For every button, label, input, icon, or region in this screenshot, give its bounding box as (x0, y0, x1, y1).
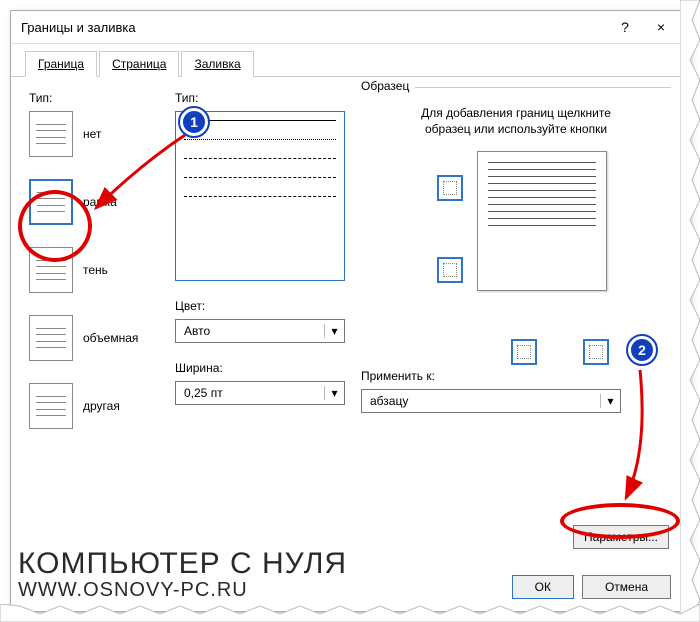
setting-box-label: рамка (83, 195, 117, 209)
apply-value: абзацу (362, 394, 600, 408)
setting-none-icon (29, 111, 73, 157)
color-label: Цвет: (175, 299, 345, 313)
line-style-listbox[interactable] (175, 111, 345, 281)
setting-box-icon (29, 179, 73, 225)
line-style-dotted[interactable] (184, 139, 336, 140)
preview-fieldset: Образец Для добавления границ щелкните о… (361, 87, 671, 351)
border-left-button[interactable] (511, 339, 537, 365)
dialog-body: Тип: нет рамка (11, 77, 689, 499)
dialog-borders-and-shading: Границы и заливка ? × Граница Страница З… (10, 10, 690, 612)
border-top-button[interactable] (437, 175, 463, 201)
border-bottom-button[interactable] (437, 257, 463, 283)
setting-custom-icon (29, 383, 73, 429)
chevron-down-icon: ▾ (324, 386, 344, 400)
setting-none[interactable]: нет (29, 111, 159, 157)
setting-none-label: нет (83, 127, 101, 141)
setting-list: нет рамка тень (29, 111, 159, 429)
color-select[interactable]: Авто ▾ (175, 319, 345, 343)
preview-legend: Образец (361, 79, 415, 93)
style-column: Тип: Цвет: Авто ▾ Ширина: 0,25 пт ▾ (175, 87, 345, 429)
window-title: Границы и заливка (21, 20, 607, 35)
tab-border[interactable]: Граница (25, 51, 97, 77)
setting-box[interactable]: рамка (29, 179, 159, 225)
setting-3d[interactable]: объемная (29, 315, 159, 361)
help-button[interactable]: ? (607, 19, 643, 35)
callout-2: 2 (628, 336, 656, 364)
tab-page[interactable]: Страница (99, 51, 179, 77)
dialog-buttons: ОК Отмена (512, 575, 671, 599)
options-button[interactable]: Параметры... (573, 525, 669, 549)
titlebar: Границы и заливка ? × (11, 11, 689, 44)
cancel-button[interactable]: Отмена (582, 575, 671, 599)
preview-document[interactable] (477, 151, 607, 291)
ok-button[interactable]: ОК (512, 575, 574, 599)
preview-grid (361, 151, 671, 351)
color-value: Авто (176, 324, 324, 338)
preview-column: Образец Для добавления границ щелкните о… (361, 87, 671, 429)
setting-shadow-icon (29, 247, 73, 293)
setting-shadow[interactable]: тень (29, 247, 159, 293)
tab-fill[interactable]: Заливка (181, 51, 253, 77)
color-field: Цвет: Авто ▾ (175, 299, 345, 343)
setting-3d-label: объемная (83, 331, 138, 345)
setting-label: Тип: (29, 91, 159, 105)
preview-hint: Для добавления границ щелкните образец и… (401, 106, 631, 137)
setting-custom-label: другая (83, 399, 120, 413)
apply-field: Применить к: абзацу ▾ (361, 369, 671, 413)
width-select[interactable]: 0,25 пт ▾ (175, 381, 345, 405)
chevron-down-icon: ▾ (324, 324, 344, 338)
setting-3d-icon (29, 315, 73, 361)
setting-custom[interactable]: другая (29, 383, 159, 429)
chevron-down-icon: ▾ (600, 394, 620, 408)
width-value: 0,25 пт (176, 386, 324, 400)
apply-select[interactable]: абзацу ▾ (361, 389, 621, 413)
setting-shadow-label: тень (83, 263, 108, 277)
style-label: Тип: (175, 91, 345, 105)
setting-column: Тип: нет рамка (29, 87, 159, 429)
width-label: Ширина: (175, 361, 345, 375)
line-style-dashed-2[interactable] (184, 177, 336, 178)
width-field: Ширина: 0,25 пт ▾ (175, 361, 345, 405)
callout-1: 1 (180, 108, 208, 136)
close-button[interactable]: × (643, 19, 679, 35)
tab-strip: Граница Страница Заливка (11, 44, 689, 77)
line-style-dashed-1[interactable] (184, 158, 336, 159)
border-right-button[interactable] (583, 339, 609, 365)
line-style-dashed-3[interactable] (184, 196, 336, 197)
apply-label: Применить к: (361, 369, 671, 383)
